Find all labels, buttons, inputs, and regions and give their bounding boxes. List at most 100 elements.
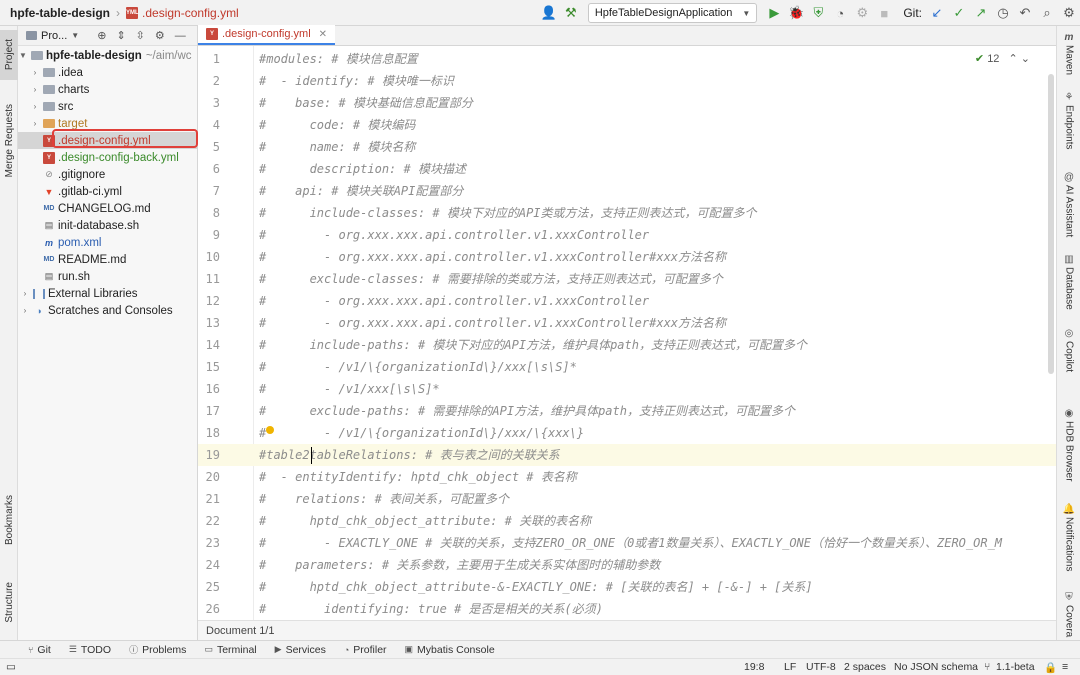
menu-icon[interactable]: ≡	[1062, 661, 1068, 673]
chevron-right-icon[interactable]: ›	[30, 102, 40, 111]
tree-item-init-database[interactable]: ▤ init-database.sh	[18, 217, 198, 234]
indent-setting[interactable]: 2 spaces	[844, 661, 886, 673]
line-separator[interactable]: LF	[784, 661, 796, 673]
tree-item-changelog[interactable]: MD CHANGELOG.md	[18, 200, 198, 217]
tab-endpoints[interactable]: ⚘ Endpoints	[1057, 92, 1080, 149]
tool-todo[interactable]: ☰ TODO	[69, 644, 111, 656]
code-line[interactable]: 4 # code: # 模块编码	[198, 114, 1056, 136]
code-line[interactable]: 26 # identifying: true # 是否是相关的关系(必须)	[198, 598, 1056, 620]
tree-item-run-sh[interactable]: ▤ run.sh	[18, 268, 198, 285]
code-line[interactable]: 22 # hptd_chk_object_attribute: # 关联的表名称	[198, 510, 1056, 532]
locate-icon[interactable]: ⊕	[97, 29, 106, 42]
history-icon[interactable]: ◷	[992, 2, 1014, 24]
panel-toggle-icon[interactable]: ▭	[6, 661, 16, 673]
code-line[interactable]: 18 # - /v1/\{organizationId\}/xxx/\{xxx\}	[198, 422, 1056, 444]
editor-scrollbar[interactable]	[1048, 74, 1054, 374]
hide-icon[interactable]: —	[175, 30, 186, 42]
run-icon[interactable]: ▶	[763, 2, 785, 24]
tab-notifications[interactable]: 🔔 Notifications	[1057, 504, 1080, 571]
code-line[interactable]: 2 # - identify: # 模块唯一标识	[198, 70, 1056, 92]
tab-maven[interactable]: m Maven	[1057, 32, 1080, 75]
settings-icon[interactable]: ⚙	[851, 2, 873, 24]
chevron-down-icon[interactable]: ▼	[18, 51, 28, 60]
code-line[interactable]: 5 # name: # 模块名称	[198, 136, 1056, 158]
search-icon[interactable]: ⌕	[1036, 2, 1058, 24]
chevron-right-icon[interactable]: ›	[30, 119, 40, 128]
code-line[interactable]: 9 # - org.xxx.xxx.api.controller.v1.xxxCo…	[198, 224, 1056, 246]
code-line[interactable]: 10 # - org.xxx.xxx.api.controller.v1.xxxC…	[198, 246, 1056, 268]
code-line[interactable]: 20 # - entityIdentify: hptd_chk_object # …	[198, 466, 1056, 488]
code-line[interactable]: 7 # api: # 模块关联API配置部分	[198, 180, 1056, 202]
tree-item-external-libraries[interactable]: › External Libraries	[18, 285, 198, 302]
build-hammer-icon[interactable]: ⚒	[560, 2, 582, 24]
git-update-icon[interactable]: ↙	[926, 2, 948, 24]
code-line[interactable]: 3 # base: # 模块基础信息配置部分	[198, 92, 1056, 114]
tree-item-charts[interactable]: › charts	[18, 81, 198, 98]
code-line[interactable]: 1 #modules: # 模块信息配置	[198, 48, 1056, 70]
lightbulb-icon[interactable]	[266, 426, 274, 434]
tree-item-pom[interactable]: m pom.xml	[18, 234, 198, 251]
tool-terminal[interactable]: ▭ Terminal	[204, 644, 256, 656]
stop-icon[interactable]: ■	[873, 2, 895, 24]
tool-problems[interactable]: ⓘ Problems	[129, 643, 186, 656]
chevron-right-icon[interactable]: ›	[20, 306, 30, 315]
tab-coverage[interactable]: ⛨ Covera	[1057, 592, 1080, 637]
collapse-all-icon[interactable]: ⇳	[136, 29, 145, 42]
tool-mybatis-console[interactable]: ▣ Mybatis Console	[405, 644, 495, 656]
expand-all-icon[interactable]: ⇕	[116, 29, 125, 42]
tree-root[interactable]: ▼ hpfe-table-design ~/aim/wc	[18, 47, 198, 64]
tab-ai-assistant[interactable]: @ AI Assistant	[1057, 172, 1080, 237]
code-line[interactable]: 19 #table2tableRelations: # 表与表之间的关联关系	[198, 444, 1056, 466]
code-line[interactable]: 16 # - /v1/xxx[\s\S]*	[198, 378, 1056, 400]
chevron-right-icon[interactable]: ›	[30, 85, 40, 94]
tab-database[interactable]: ▥ Database	[1057, 254, 1080, 310]
code-line[interactable]: 6 # description: # 模块描述	[198, 158, 1056, 180]
code-line[interactable]: 13 # - org.xxx.xxx.api.controller.v1.xxxC…	[198, 312, 1056, 334]
tree-item-idea[interactable]: › .idea	[18, 64, 198, 81]
tree-item-gitlab-ci[interactable]: ▼ .gitlab-ci.yml	[18, 183, 198, 200]
tab-structure[interactable]: Structure	[0, 570, 18, 634]
debug-icon[interactable]: 🐞	[785, 2, 807, 24]
code-line[interactable]: 14 # include-paths: # 模块下对应的API方法，维护具体pat…	[198, 334, 1056, 356]
editor-tab-design-config[interactable]: Y .design-config.yml ✕	[198, 25, 336, 45]
code-line[interactable]: 24 # parameters: # 关系参数，主要用于生成关系实体图时的辅助参数	[198, 554, 1056, 576]
tab-bookmarks[interactable]: Bookmarks	[0, 488, 18, 552]
code-line[interactable]: 8 # include-classes: # 模块下对应的API类或方法，支持正则…	[198, 202, 1056, 224]
user-icon[interactable]: 👤	[538, 2, 560, 24]
chevron-down-icon[interactable]: ▼	[71, 31, 79, 40]
breadcrumb-file[interactable]: .design-config.yml	[142, 6, 239, 20]
code-line[interactable]: 11 # exclude-classes: # 需要排除的类或方法，支持正则表达式…	[198, 268, 1056, 290]
gear-icon[interactable]: ⚙	[155, 29, 165, 42]
tree-item-src[interactable]: › src	[18, 98, 198, 115]
tab-copilot[interactable]: ◎ Copilot	[1057, 328, 1080, 372]
version-label[interactable]: 1.1-beta	[996, 661, 1035, 673]
tree-item-gitignore[interactable]: ⊘ .gitignore	[18, 166, 198, 183]
json-schema[interactable]: No JSON schema	[894, 661, 978, 673]
project-panel-title[interactable]: Pro...	[41, 30, 67, 42]
rollback-icon[interactable]: ↶	[1014, 2, 1036, 24]
inspection-widget[interactable]: ✔ 12 ⌃ ⌄	[975, 52, 1030, 65]
tab-project[interactable]: Project	[0, 30, 18, 80]
code-line[interactable]: 12 # - org.xxx.xxx.api.controller.v1.xxxC…	[198, 290, 1056, 312]
chevron-down-icon[interactable]: ⌄	[1021, 53, 1030, 65]
git-push-icon[interactable]: ↗	[970, 2, 992, 24]
tree-item-design-config-back[interactable]: Y .design-config-back.yml	[18, 149, 198, 166]
code-line[interactable]: 17 # exclude-paths: # 需要排除的API方法，维护具体path…	[198, 400, 1056, 422]
code-line[interactable]: 23 # - EXACTLY_ONE # 关联的关系，支持ZERO_OR_ONE（…	[198, 532, 1056, 554]
run-configuration-select[interactable]: HpfeTableDesignApplication ▼	[587, 3, 758, 23]
tree-item-readme[interactable]: MD README.md	[18, 251, 198, 268]
code-line[interactable]: 25 # hptd_chk_object_attribute-&-EXACTLY_…	[198, 576, 1056, 598]
lock-icon[interactable]: 🔒	[1044, 661, 1057, 674]
code-line[interactable]: 15 # - /v1/\{organizationId\}/xxx[\s\S]*	[198, 356, 1056, 378]
tree-item-scratches[interactable]: › ◑ Scratches and Consoles	[18, 302, 198, 319]
caret-position[interactable]: 19:8	[744, 661, 764, 673]
profile-icon[interactable]: ◔	[829, 2, 851, 24]
chevron-right-icon[interactable]: ›	[30, 68, 40, 77]
code-editor[interactable]: 1 #modules: # 模块信息配置 2 # - identify: # 模块唯一…	[198, 46, 1056, 620]
breadcrumb-project[interactable]: hpfe-table-design	[10, 6, 110, 20]
file-encoding[interactable]: UTF-8	[806, 661, 836, 673]
tab-hdb-browser[interactable]: ◉ HDB Browser	[1057, 408, 1080, 482]
tab-merge-requests[interactable]: Merge Requests	[0, 96, 18, 186]
coverage-icon[interactable]: ⛨	[807, 2, 829, 24]
ide-settings-icon[interactable]: ⚙	[1058, 2, 1080, 24]
